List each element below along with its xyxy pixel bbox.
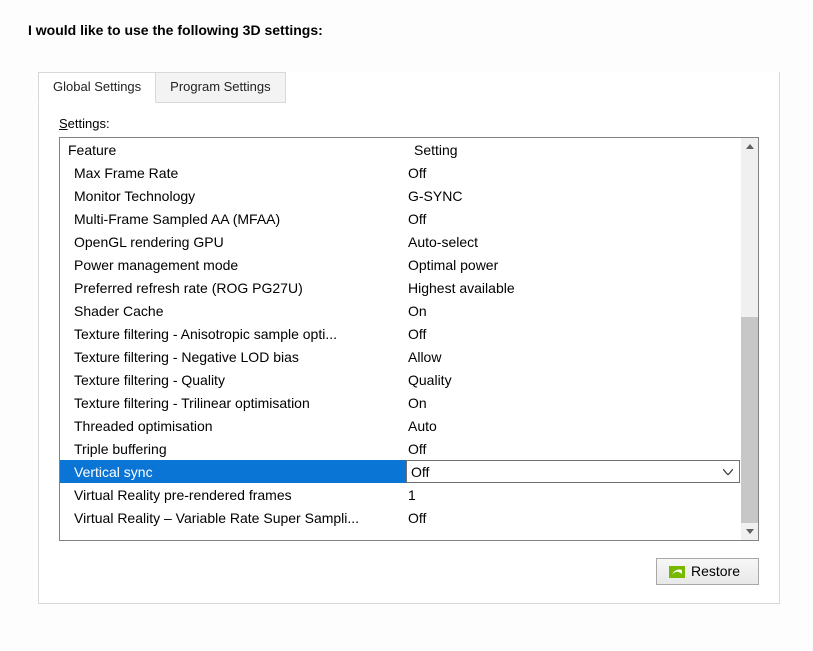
setting-cell: On xyxy=(406,303,741,319)
setting-cell: Auto-select xyxy=(406,234,741,250)
tab-program-settings[interactable]: Program Settings xyxy=(156,72,285,103)
settings-row[interactable]: Vertical sync Off xyxy=(60,460,740,483)
setting-cell: Highest available xyxy=(406,280,741,296)
settings-row[interactable]: OpenGL rendering GPUAuto-select xyxy=(60,230,741,253)
settings-row[interactable]: Texture filtering - Trilinear optimisati… xyxy=(60,391,741,414)
setting-value: Quality xyxy=(408,372,452,388)
setting-value: Highest available xyxy=(408,280,515,296)
settings-row[interactable]: Monitor TechnologyG-SYNC xyxy=(60,184,741,207)
feature-cell: Threaded optimisation xyxy=(66,418,406,434)
feature-cell: Vertical sync xyxy=(66,464,406,480)
settings-row[interactable]: Shader CacheOn xyxy=(60,299,741,322)
setting-value: Off xyxy=(408,326,426,342)
setting-cell: Off xyxy=(406,211,741,227)
setting-cell: Allow xyxy=(406,349,741,365)
restore-label: Restore xyxy=(691,563,740,579)
settings-panel: Settings: Feature Setting Max Frame Rate… xyxy=(38,72,780,604)
feature-cell: Power management mode xyxy=(66,257,406,273)
settings-row[interactable]: Virtual Reality pre-rendered frames1 xyxy=(60,483,741,506)
settings-row[interactable]: Texture filtering - Anisotropic sample o… xyxy=(60,322,741,345)
settings-listbox: Feature Setting Max Frame RateOffMonitor… xyxy=(59,137,759,541)
setting-value: 1 xyxy=(408,487,416,503)
settings-row[interactable]: Threaded optimisationAuto xyxy=(60,414,741,437)
tab-global-label: Global Settings xyxy=(53,79,141,94)
feature-cell: Monitor Technology xyxy=(66,188,406,204)
tab-strip: Global Settings Program Settings xyxy=(38,72,286,103)
column-header-setting: Setting xyxy=(412,142,741,158)
setting-value: Auto-select xyxy=(408,234,478,250)
setting-cell: Off xyxy=(406,165,741,181)
scrollbar[interactable] xyxy=(741,138,758,540)
setting-cell: G-SYNC xyxy=(406,188,741,204)
settings-row[interactable]: Multi-Frame Sampled AA (MFAA)Off xyxy=(60,207,741,230)
setting-cell: Optimal power xyxy=(406,257,741,273)
settings-header-row: Feature Setting xyxy=(60,138,741,161)
feature-cell: Texture filtering - Negative LOD bias xyxy=(66,349,406,365)
setting-value: Off xyxy=(411,464,429,480)
feature-cell: Texture filtering - Trilinear optimisati… xyxy=(66,395,406,411)
settings-label: Settings: xyxy=(59,116,759,131)
feature-cell: Virtual Reality – Variable Rate Super Sa… xyxy=(66,510,406,526)
feature-cell: Virtual Reality pre-rendered frames xyxy=(66,487,406,503)
settings-row[interactable]: Preferred refresh rate (ROG PG27U)Highes… xyxy=(60,276,741,299)
setting-value: Off xyxy=(408,510,426,526)
setting-value: Optimal power xyxy=(408,257,498,273)
setting-cell: Quality xyxy=(406,372,741,388)
column-header-feature: Feature xyxy=(66,142,412,158)
setting-dropdown[interactable]: Off xyxy=(406,460,740,483)
settings-row[interactable]: Max Frame RateOff xyxy=(60,161,741,184)
feature-cell: Multi-Frame Sampled AA (MFAA) xyxy=(66,211,406,227)
settings-row[interactable]: Texture filtering - QualityQuality xyxy=(60,368,741,391)
feature-cell: Texture filtering - Quality xyxy=(66,372,406,388)
setting-value: G-SYNC xyxy=(408,188,462,204)
setting-value: Off xyxy=(408,165,426,181)
feature-cell: Texture filtering - Anisotropic sample o… xyxy=(66,326,406,342)
setting-value: Off xyxy=(408,211,426,227)
setting-cell: Off xyxy=(406,510,741,526)
setting-cell: Auto xyxy=(406,418,741,434)
setting-cell: Off xyxy=(406,326,741,342)
scroll-up-button[interactable] xyxy=(741,138,758,155)
setting-value: On xyxy=(408,303,427,319)
setting-value: Allow xyxy=(408,349,441,365)
setting-cell: On xyxy=(406,395,741,411)
settings-row[interactable]: Texture filtering - Negative LOD biasAll… xyxy=(60,345,741,368)
feature-cell: OpenGL rendering GPU xyxy=(66,234,406,250)
setting-cell: Off xyxy=(406,441,741,457)
setting-cell: 1 xyxy=(406,487,741,503)
chevron-down-icon xyxy=(723,469,733,475)
setting-value: On xyxy=(408,395,427,411)
scroll-thumb[interactable] xyxy=(741,317,758,523)
tab-global-settings[interactable]: Global Settings xyxy=(38,72,156,103)
feature-cell: Triple buffering xyxy=(66,441,406,457)
settings-row[interactable]: Triple bufferingOff xyxy=(60,437,741,460)
settings-row[interactable]: Power management modeOptimal power xyxy=(60,253,741,276)
setting-value: Auto xyxy=(408,418,437,434)
restore-button[interactable]: Restore xyxy=(656,558,759,585)
nvidia-icon xyxy=(669,565,685,577)
scroll-down-button[interactable] xyxy=(741,523,758,540)
feature-cell: Max Frame Rate xyxy=(66,165,406,181)
settings-row[interactable]: Virtual Reality – Variable Rate Super Sa… xyxy=(60,506,741,529)
page-title: I would like to use the following 3D set… xyxy=(0,0,813,38)
setting-value: Off xyxy=(408,441,426,457)
scroll-track[interactable] xyxy=(741,155,758,523)
feature-cell: Preferred refresh rate (ROG PG27U) xyxy=(66,280,406,296)
feature-cell: Shader Cache xyxy=(66,303,406,319)
tab-program-label: Program Settings xyxy=(170,79,270,94)
